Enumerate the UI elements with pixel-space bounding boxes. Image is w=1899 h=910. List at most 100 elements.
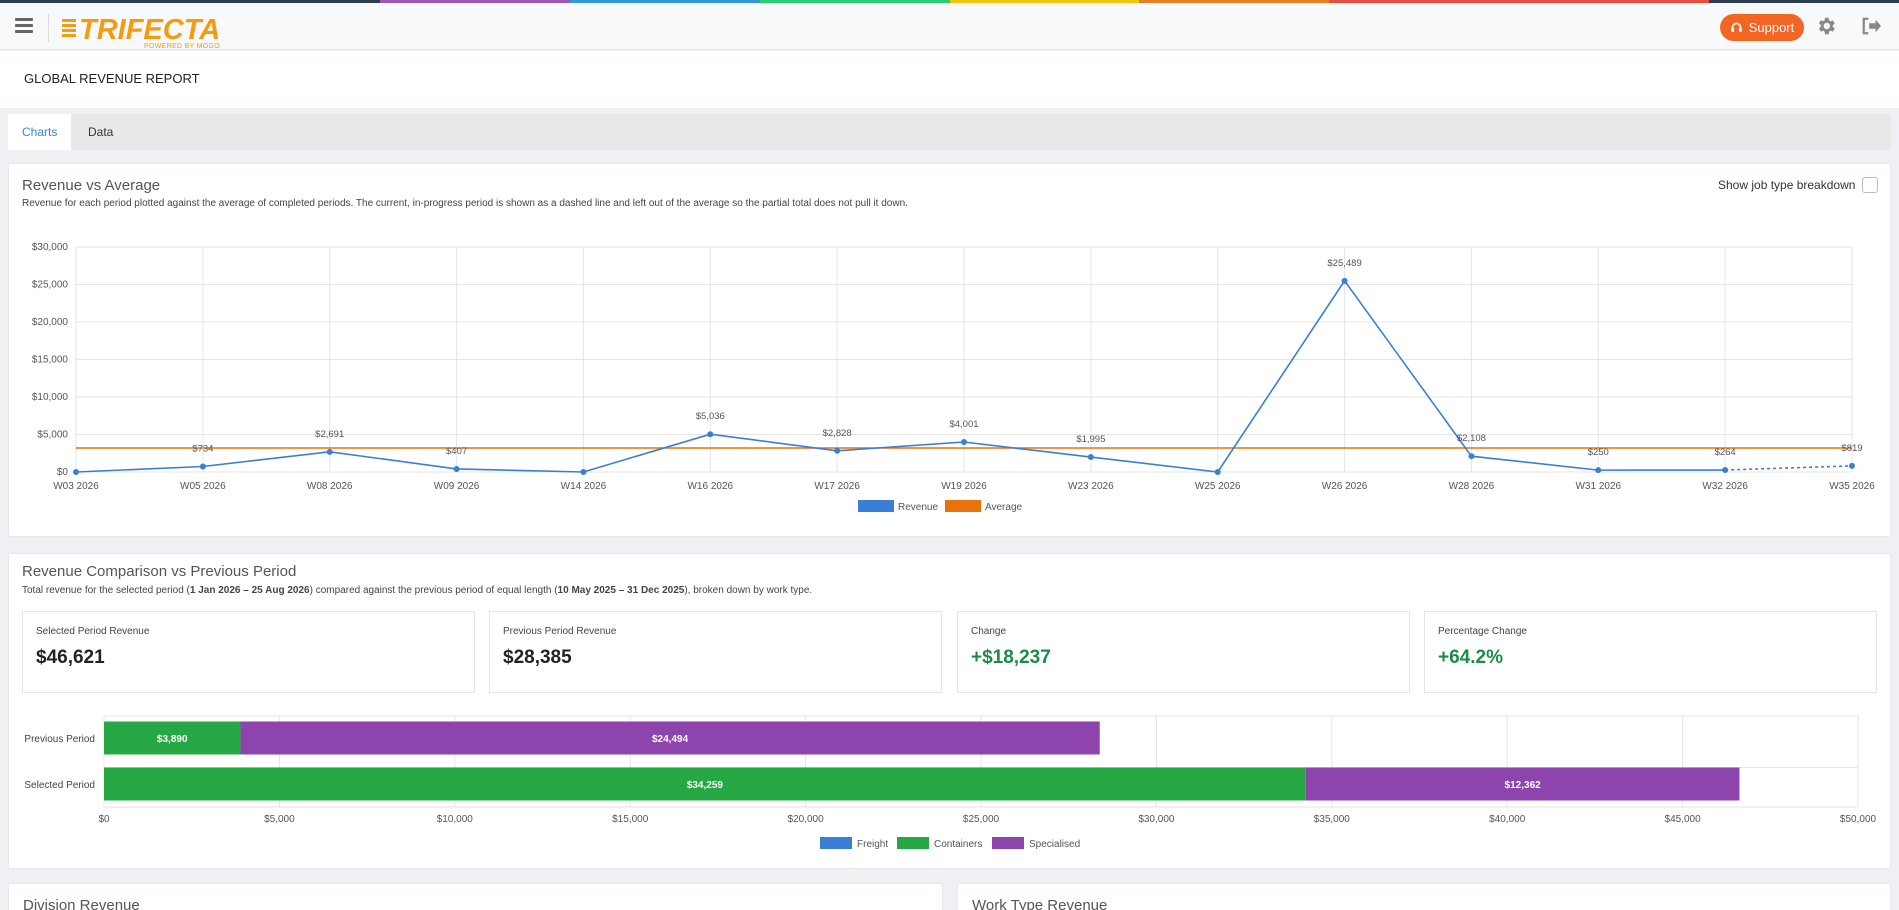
page-header: GLOBAL REVENUE REPORT <box>0 51 1899 108</box>
bar-value-label: $3,890 <box>157 734 188 745</box>
stat-label: Selected Period Revenue <box>36 626 150 637</box>
revenue-data-point <box>580 469 587 475</box>
tab-bar: Charts Data <box>8 114 1891 150</box>
data-label: $264 <box>1715 447 1736 458</box>
x-tick-label: W05 2026 <box>180 481 226 492</box>
y-tick-label: $5,000 <box>37 430 68 441</box>
top-navigation-bar: TRIFECTA POWERED BY MOGO Support <box>0 3 1899 50</box>
revenue-line-chart: $0 $5,000 $10,000 $15,000 $20,000 $25,000 $30,… <box>32 242 1875 513</box>
x-tick-label: W23 2026 <box>1068 481 1114 492</box>
headset-icon <box>1730 22 1742 32</box>
data-label: $2,691 <box>315 429 344 440</box>
x-tick-label: W16 2026 <box>687 481 733 492</box>
data-label: $250 <box>1588 447 1609 458</box>
y-tick-label: $25,000 <box>32 280 69 291</box>
data-label: $734 <box>192 443 213 454</box>
y-tick-label: $15,000 <box>32 355 69 366</box>
data-label: $4,001 <box>949 419 978 430</box>
legend-label: Freight <box>857 839 888 850</box>
x-tick-label: W26 2026 <box>1322 481 1368 492</box>
stat-value: $46,621 <box>36 647 105 668</box>
revenue-data-point <box>1214 469 1221 475</box>
hamburger-menu-icon[interactable] <box>15 18 33 34</box>
revenue-data-point <box>834 447 841 454</box>
legend-swatch-freight <box>820 837 852 849</box>
x-tick-label: W31 2026 <box>1575 481 1621 492</box>
data-label: $25,489 <box>1327 258 1361 269</box>
support-button[interactable]: Support <box>1720 14 1804 41</box>
revenue-data-point <box>1468 453 1475 460</box>
legend-swatch-specialised <box>992 837 1024 849</box>
brand-tagline: POWERED BY MOGO <box>144 43 220 50</box>
x-tick-label: $40,000 <box>1489 814 1526 825</box>
brand-name: TRIFECTA <box>79 14 221 46</box>
y-category-label: Selected Period <box>24 780 95 791</box>
work-type-revenue-title: Work Type Revenue <box>972 897 1108 910</box>
revenue-line-in-progress <box>1725 465 1853 471</box>
data-label: $2,108 <box>1457 433 1486 444</box>
x-tick-label: $5,000 <box>264 814 295 825</box>
stat-change: Change +$18,237 <box>957 611 1410 693</box>
y-tick-label: $30,000 <box>32 242 69 253</box>
logout-icon[interactable] <box>1860 16 1882 36</box>
x-tick-label: W03 2026 <box>53 481 99 492</box>
data-label: $819 <box>1841 443 1862 454</box>
x-tick-label: W25 2026 <box>1195 481 1241 492</box>
bar-value-label: $34,259 <box>687 780 724 791</box>
stat-label: Percentage Change <box>1438 626 1527 637</box>
x-tick-label: $50,000 <box>1840 814 1877 825</box>
selected-range: 1 Jan 2026 – 25 Aug 2026 <box>189 585 310 596</box>
x-tick-label: W35 2026 <box>1829 481 1875 492</box>
division-revenue-card: Division Revenue <box>8 883 943 910</box>
work-type-revenue-card: Work Type Revenue <box>957 883 1891 910</box>
x-tick-label: $10,000 <box>437 814 474 825</box>
logo-stripes-icon <box>62 19 76 41</box>
revenue-data-point <box>1849 462 1855 469</box>
y-category-label: Previous Period <box>24 734 95 745</box>
page-title: GLOBAL REVENUE REPORT <box>24 71 200 86</box>
x-tick-label: $0 <box>98 814 110 825</box>
legend-label: Specialised <box>1029 839 1080 850</box>
data-label: $407 <box>446 446 467 457</box>
comparison-title: Revenue Comparison vs Previous Period <box>22 563 297 580</box>
support-label: Support <box>1748 20 1795 35</box>
job-type-breakdown-label: Show job type breakdown <box>1718 178 1856 192</box>
x-tick-label: W32 2026 <box>1702 481 1748 492</box>
stat-label: Change <box>971 626 1007 637</box>
revenue-data-point <box>73 469 79 475</box>
revenue-data-point <box>707 431 714 438</box>
revenue-data-point <box>199 463 206 470</box>
x-tick-label: $30,000 <box>1138 814 1175 825</box>
tab-data[interactable]: Data <box>74 114 127 150</box>
x-tick-label: W09 2026 <box>434 481 480 492</box>
revenue-data-point <box>326 448 333 455</box>
data-label: $2,828 <box>823 428 852 439</box>
gear-icon[interactable] <box>1815 15 1837 37</box>
y-tick-label: $20,000 <box>32 317 69 328</box>
x-tick-label: $25,000 <box>963 814 1000 825</box>
logo-divider <box>48 14 49 42</box>
revenue-data-point <box>453 465 460 472</box>
x-tick-label: $20,000 <box>788 814 825 825</box>
legend-label: Revenue <box>898 502 938 513</box>
x-tick-label: W17 2026 <box>814 481 860 492</box>
stat-label: Previous Period Revenue <box>503 626 617 637</box>
data-label: $5,036 <box>696 411 725 422</box>
stat-selected-revenue: Selected Period Revenue $46,621 <box>22 611 475 693</box>
revenue-chart-title: Revenue vs Average <box>22 177 161 194</box>
bar-value-label: $24,494 <box>652 734 689 745</box>
comparison-description: Total revenue for the selected period (1… <box>22 585 813 596</box>
x-tick-label: W08 2026 <box>307 481 353 492</box>
revenue-data-point <box>1595 467 1602 474</box>
x-tick-label: $15,000 <box>612 814 649 825</box>
job-type-breakdown-checkbox[interactable] <box>1862 177 1878 193</box>
revenue-chart-description: Revenue for each period plotted against … <box>22 198 908 209</box>
data-label: $1,995 <box>1076 434 1105 445</box>
previous-range: 10 May 2025 – 31 Dec 2025 <box>557 585 685 596</box>
division-revenue-title: Division Revenue <box>23 897 140 910</box>
legend-swatch-containers <box>897 837 929 849</box>
legend-swatch-average <box>945 500 981 512</box>
x-tick-label: $35,000 <box>1314 814 1351 825</box>
tab-charts[interactable]: Charts <box>8 114 72 150</box>
stat-value: $28,385 <box>503 647 572 668</box>
